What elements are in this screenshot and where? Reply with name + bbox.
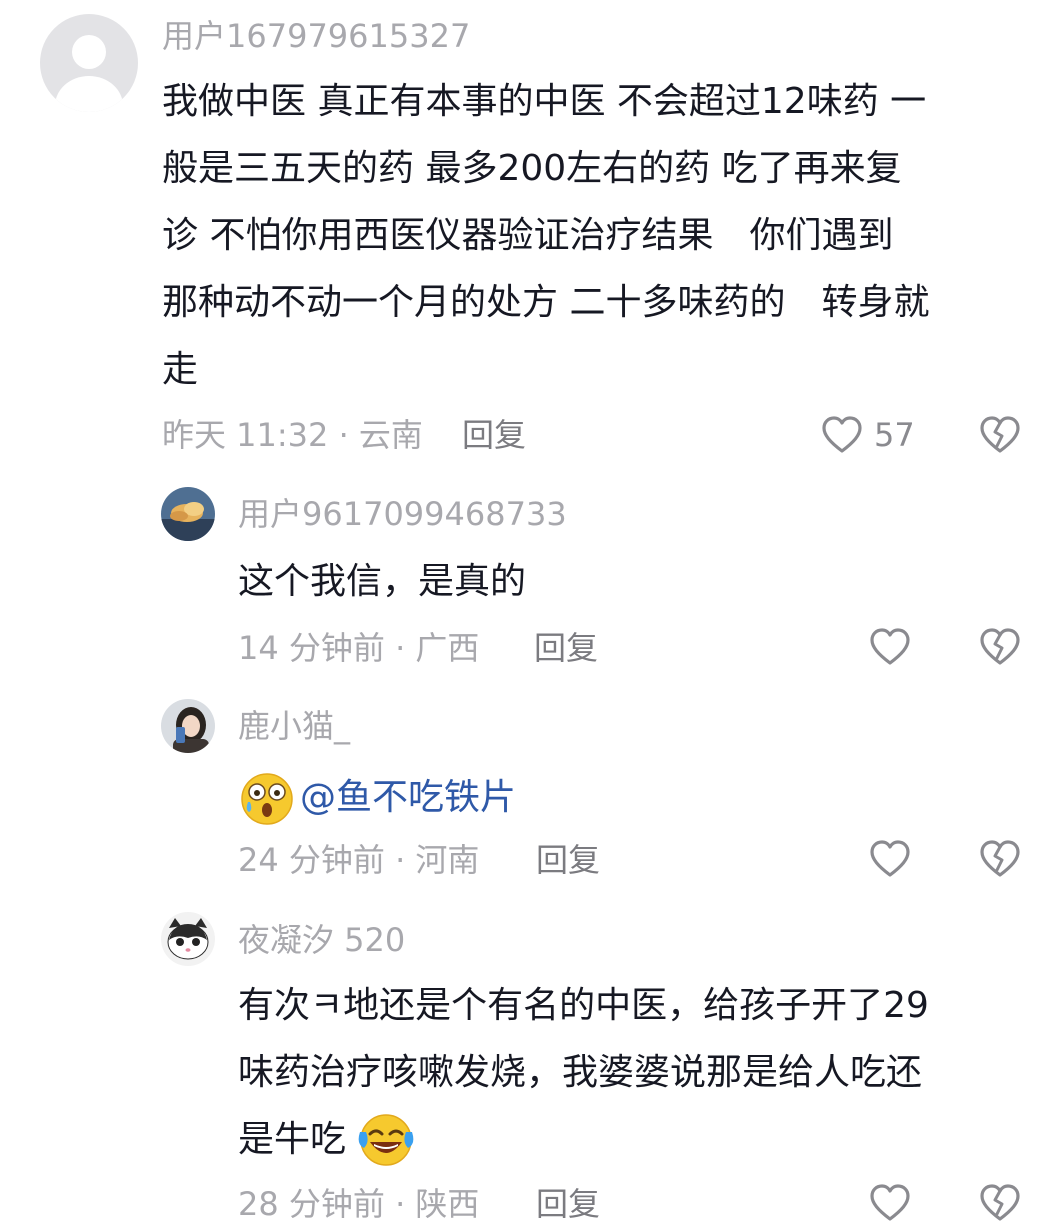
comment-text: 有次ㅋ地还是个有名的中医，给孩子开了29 味药治疗咳嗽发烧，我婆婆说那是给人吃还… [238, 972, 1038, 1173]
comment-meta: 昨天 11:32 · 云南 [162, 416, 423, 454]
reply-button[interactable]: 回复 [462, 415, 526, 455]
broken-heart-icon [980, 628, 1020, 665]
user-avatar[interactable] [161, 699, 215, 753]
like-count: 57 [874, 416, 915, 454]
heart-icon [870, 628, 910, 665]
shocked-face-emoji-icon [241, 773, 293, 825]
comment-text: 这个我信，是真的 [238, 561, 527, 602]
heart-icon [870, 840, 910, 877]
comment-text: 我做中医 真正有本事的中医 不会超过12味药 一 般是三五天的药 最多200左右… [162, 68, 1042, 403]
comment-line: 那种动不动一个月的处方 二十多味药的 转身就 [162, 282, 930, 323]
comment-line: 我做中医 真正有本事的中医 不会超过12味药 一 [162, 81, 927, 122]
like-button[interactable] [868, 626, 912, 668]
dislike-button[interactable] [978, 414, 1022, 456]
dislike-button[interactable] [978, 1182, 1022, 1224]
comment-line: 味药治疗咳嗽发烧，我婆婆说那是给人吃还 [238, 1052, 923, 1093]
laughing-crying-emoji-icon [358, 1114, 414, 1166]
comment-username[interactable]: 用户167979615327 [162, 16, 470, 56]
like-button[interactable]: 57 [820, 412, 920, 458]
reply-button[interactable]: 回复 [536, 840, 600, 880]
dislike-button[interactable] [978, 838, 1022, 880]
comment-line: 般是三五天的药 最多200左右的药 吃了再来复 [162, 148, 902, 189]
girl-photo-avatar-icon [161, 699, 215, 753]
comment-username[interactable]: 用户9617099468733 [238, 494, 567, 534]
like-button[interactable] [868, 838, 912, 880]
comment-meta: 24 分钟前 · 河南 [238, 841, 480, 879]
broken-heart-icon [980, 416, 1020, 453]
reply-button[interactable]: 回复 [536, 1184, 600, 1224]
heart-icon [870, 1184, 910, 1221]
mention-link[interactable]: @鱼不吃铁片 [300, 764, 516, 831]
comment-line-text: 是牛吃 [238, 1119, 347, 1160]
broken-heart-icon [980, 840, 1020, 877]
reply-button[interactable]: 回复 [534, 628, 598, 668]
comment-username[interactable]: 夜凝汐 520 [238, 920, 405, 960]
comment-line: 诊 不怕你用西医仪器验证治疗结果 你们遇到 [162, 215, 894, 256]
like-button[interactable] [868, 1182, 912, 1224]
user-avatar[interactable] [40, 14, 138, 112]
comment-meta: 28 分钟前 · 陕西 [238, 1185, 480, 1223]
sky-cloud-avatar-icon [161, 487, 215, 541]
heart-icon [822, 416, 862, 453]
comment-line: 是牛吃 [238, 1106, 1038, 1173]
comment-line: 走 [162, 349, 199, 390]
cat-avatar-icon [161, 912, 215, 966]
comment-username[interactable]: 鹿小猫_ [238, 706, 350, 746]
dislike-button[interactable] [978, 626, 1022, 668]
user-avatar[interactable] [161, 487, 215, 541]
user-avatar[interactable] [161, 912, 215, 966]
broken-heart-icon [980, 1184, 1020, 1221]
default-user-avatar-icon [55, 35, 123, 112]
comment-meta: 14 分钟前 · 广西 [238, 629, 480, 667]
comment-line: 有次ㅋ地还是个有名的中医，给孩子开了29 [238, 985, 929, 1026]
